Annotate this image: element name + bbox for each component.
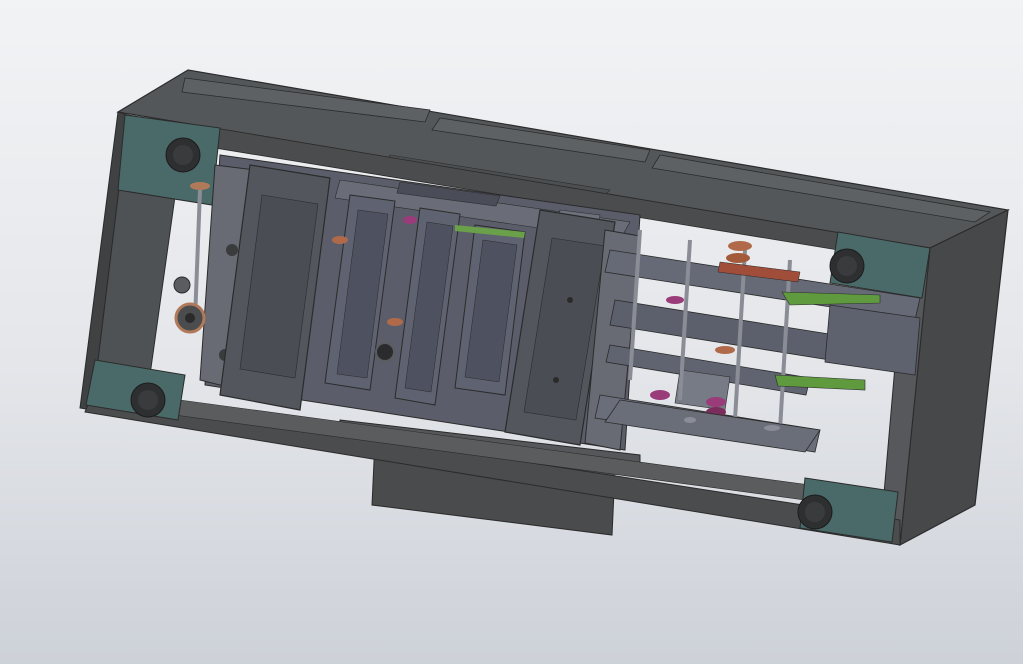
cad-viewport[interactable]	[0, 0, 1023, 664]
cad-model-render	[79, 69, 1010, 547]
corner-plate-top-left	[117, 114, 221, 206]
corner-plate-bottom-right	[797, 477, 899, 543]
